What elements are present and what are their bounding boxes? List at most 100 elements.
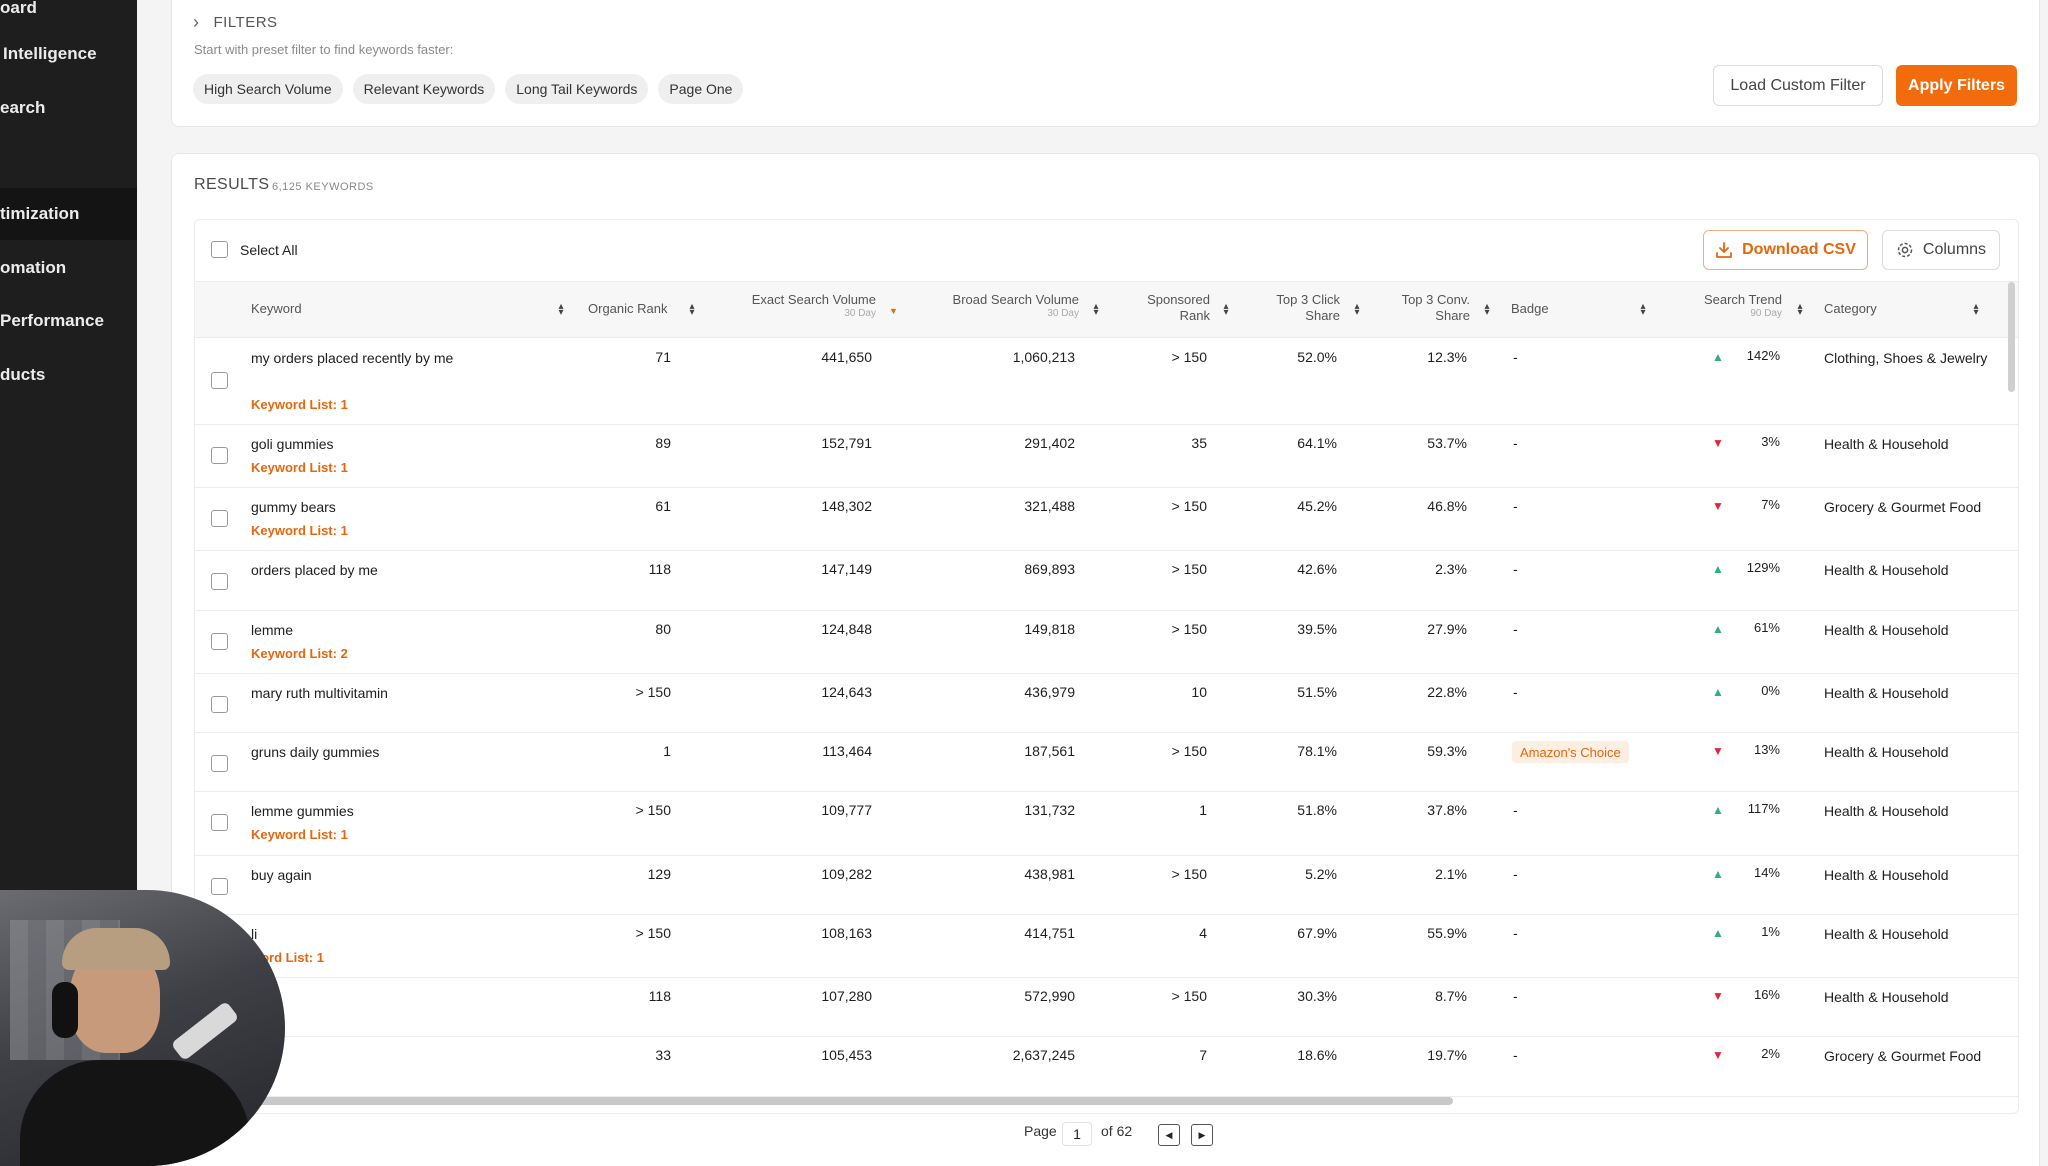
- page-number-input[interactable]: 1: [1062, 1122, 1092, 1146]
- sidebar-item-search[interactable]: earch: [0, 82, 137, 134]
- column-header-search-trend[interactable]: Search Trend 90 Day: [1680, 292, 1782, 320]
- vertical-scrollbar[interactable]: [2008, 282, 2015, 392]
- sort-broad-volume-icon[interactable]: ▴ ▾: [1092, 302, 1100, 318]
- sort-keyword-icon[interactable]: ▴ ▾: [557, 302, 565, 318]
- click-share-cell: 18.6%: [1297, 1047, 1337, 1063]
- category-cell: Health & Household: [1824, 685, 1949, 701]
- badge-cell: -: [1513, 1047, 1518, 1063]
- column-header-keyword[interactable]: Keyword: [251, 301, 302, 317]
- keyword-cell[interactable]: orders placed by me: [251, 559, 461, 581]
- preset-chip-long-tail-keywords[interactable]: Long Tail Keywords: [505, 74, 649, 104]
- column-header-label: Rank: [1179, 308, 1210, 323]
- preset-chip-high-search-volume[interactable]: High Search Volume: [193, 74, 343, 104]
- sort-category-icon[interactable]: ▴ ▾: [1972, 302, 1980, 318]
- preset-chip-page-one[interactable]: Page One: [658, 74, 744, 104]
- conv-share-cell: 2.3%: [1435, 561, 1467, 577]
- row-checkbox[interactable]: [211, 814, 228, 831]
- next-page-button[interactable]: ▶: [1191, 1124, 1213, 1146]
- horizontal-scrollbar[interactable]: [200, 1097, 1453, 1105]
- exact-volume-cell: 109,282: [821, 866, 872, 882]
- keyword-list-link[interactable]: Keyword List: 1: [251, 397, 348, 412]
- keyword-cell[interactable]: buy again: [251, 864, 461, 886]
- sort-sponsored-rank-icon[interactable]: ▴ ▾: [1222, 302, 1230, 318]
- row-checkbox[interactable]: [211, 510, 228, 527]
- keyword-cell[interactable]: mary ruth multivitamin: [251, 682, 461, 704]
- keyword-cell[interactable]: gummy bears: [251, 496, 461, 518]
- preset-chip-relevant-keywords[interactable]: Relevant Keywords: [352, 74, 496, 104]
- search-trend-cell: 129%: [1746, 560, 1780, 575]
- load-custom-filter-button[interactable]: Load Custom Filter: [1713, 65, 1883, 106]
- triangle-down-icon: ▼: [1712, 744, 1724, 758]
- row-checkbox[interactable]: [211, 372, 228, 389]
- sidebar-item-label: ducts: [0, 365, 46, 384]
- search-trend-cell: 61%: [1753, 620, 1780, 635]
- sort-desc-active-icon[interactable]: ▼: [889, 307, 898, 316]
- exact-volume-cell: 124,848: [821, 621, 872, 637]
- organic-rank-cell: 129: [647, 866, 671, 882]
- row-checkbox[interactable]: [211, 878, 228, 895]
- column-header-label: Broad Search Volume: [952, 292, 1079, 307]
- column-header-category[interactable]: Category: [1824, 301, 1877, 317]
- organic-rank-cell: 1: [663, 743, 671, 759]
- row-checkbox[interactable]: [211, 633, 228, 650]
- column-header-sponsored-rank[interactable]: Sponsored Rank: [1120, 292, 1210, 324]
- row-checkbox[interactable]: [211, 447, 228, 464]
- sort-organic-rank-icon[interactable]: ▴ ▾: [688, 302, 696, 318]
- badge-cell: -: [1513, 988, 1518, 1004]
- column-header-top3-click-share[interactable]: Top 3 Click Share: [1250, 292, 1340, 324]
- keyword-list-link[interactable]: Keyword List: 1: [251, 523, 348, 538]
- exact-volume-cell: 108,163: [821, 925, 872, 941]
- row-checkbox[interactable]: [211, 696, 228, 713]
- click-share-cell: 64.1%: [1297, 435, 1337, 451]
- broad-volume-cell: 572,990: [1024, 988, 1075, 1004]
- row-checkbox[interactable]: [211, 573, 228, 590]
- row-checkbox[interactable]: [211, 755, 228, 772]
- sort-badge-icon[interactable]: ▴ ▾: [1639, 302, 1647, 318]
- exact-volume-cell: 441,650: [821, 349, 872, 365]
- gear-icon: [1897, 242, 1913, 258]
- keyword-list-link[interactable]: Keyword List: 1: [251, 827, 348, 842]
- keyword-cell[interactable]: gruns daily gummies: [251, 741, 461, 763]
- sidebar-item-label: omation: [0, 258, 67, 277]
- keyword-list-link[interactable]: Keyword List: 1: [251, 460, 348, 475]
- sidebar-item-label: oard: [0, 0, 37, 17]
- apply-filters-button[interactable]: Apply Filters: [1896, 65, 2017, 106]
- search-trend-cell: 7%: [1761, 497, 1780, 512]
- search-trend-cell: 13%: [1753, 742, 1780, 757]
- search-trend-cell: 117%: [1747, 801, 1780, 816]
- filters-toggle[interactable]: › FILTERS: [193, 12, 278, 33]
- sidebar-item-optimization[interactable]: timization: [0, 188, 137, 240]
- badge-cell: -: [1513, 866, 1518, 882]
- sort-search-trend-icon[interactable]: ▴ ▾: [1796, 302, 1804, 318]
- column-header-organic-rank[interactable]: Organic Rank: [588, 301, 667, 317]
- sidebar-item-products[interactable]: ducts: [0, 349, 137, 401]
- column-header-broad-search-volume[interactable]: Broad Search Volume 30 Day: [925, 292, 1079, 320]
- sort-conv-share-icon[interactable]: ▴ ▾: [1483, 302, 1491, 318]
- sponsored-rank-cell: > 150: [1171, 743, 1207, 759]
- sponsored-rank-cell: > 150: [1171, 866, 1207, 882]
- download-csv-button[interactable]: Download CSV: [1703, 230, 1868, 270]
- results-title: RESULTS: [194, 176, 270, 193]
- keyword-cell[interactable]: lemme: [251, 619, 461, 641]
- keyword-cell[interactable]: goli gummies: [251, 433, 461, 455]
- select-all-checkbox[interactable]: [211, 241, 228, 258]
- keyword-cell[interactable]: lemme gummies: [251, 800, 461, 822]
- results-count: 6,125 KEYWORDS: [272, 181, 374, 193]
- column-header-badge[interactable]: Badge: [1511, 301, 1549, 317]
- columns-label: Columns: [1922, 241, 1987, 258]
- sidebar-item-intelligence[interactable]: Intelligence: [0, 28, 137, 80]
- keyword-cell[interactable]: li: [251, 923, 461, 945]
- download-csv-label: Download CSV: [1742, 241, 1856, 258]
- sidebar-item-automation[interactable]: omation: [0, 242, 137, 294]
- conv-share-cell: 53.7%: [1427, 435, 1467, 451]
- columns-button[interactable]: Columns: [1882, 230, 2000, 270]
- column-header-top3-conv-share[interactable]: Top 3 Conv. Share: [1380, 292, 1470, 324]
- sidebar-item-performance[interactable]: Performance: [0, 295, 137, 347]
- preset-filter-list: High Search Volume Relevant Keywords Lon…: [193, 74, 744, 104]
- previous-page-button[interactable]: ◀: [1158, 1124, 1180, 1146]
- keyword-list-link[interactable]: Keyword List: 2: [251, 646, 348, 661]
- sort-click-share-icon[interactable]: ▴ ▾: [1353, 302, 1361, 318]
- column-header-exact-search-volume[interactable]: Exact Search Volume 30 Day: [720, 292, 876, 320]
- keyword-cell[interactable]: my orders placed recently by me: [251, 347, 461, 369]
- column-header-label: Exact Search Volume: [751, 292, 876, 307]
